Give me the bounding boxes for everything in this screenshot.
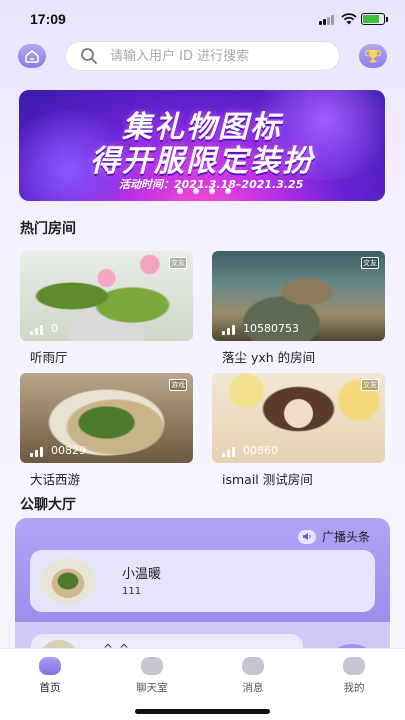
cellular-signal-icon (319, 14, 337, 25)
room-card[interactable]: 交友 10580753 落尘 yxh 的房间 (212, 251, 385, 366)
room-count: 10580753 (243, 322, 299, 335)
signal-icon (30, 453, 33, 457)
search-icon (81, 48, 97, 64)
search-input[interactable] (110, 48, 310, 64)
hot-rooms-title: 热门房间 (20, 221, 76, 237)
pagination-dot[interactable] (193, 188, 199, 194)
room-card[interactable]: 交友 00860 ismail 测试房间 (212, 373, 385, 488)
room-tag: 交友 (361, 257, 379, 269)
ranking-button[interactable] (359, 44, 387, 68)
room-tag: 交友 (361, 379, 379, 391)
room-tag: 交友 (169, 257, 187, 269)
chat-message[interactable]: 小温暖 111 (30, 550, 375, 612)
room-tag: 游戏 (169, 379, 187, 391)
promo-banner[interactable]: 集礼物图标 得开服限定装扮 活动时间：2021.3.18–2021.3.25 (19, 90, 385, 201)
search-bar[interactable] (65, 41, 340, 71)
tab-label: 消息 (242, 682, 264, 694)
pagination-dot[interactable] (209, 188, 215, 194)
signal-icon (222, 453, 225, 457)
home-icon (39, 657, 61, 675)
room-name: ismail 测试房间 (222, 472, 313, 487)
tab-chatroom[interactable]: 聊天室 (122, 657, 182, 695)
signal-icon (30, 331, 33, 335)
banner-pagination (177, 188, 231, 194)
room-cover: 交友 10580753 (212, 251, 385, 341)
tab-label: 聊天室 (136, 682, 168, 694)
signal-icon (222, 331, 225, 335)
profile-icon (343, 657, 365, 675)
room-cover: 交友 00860 (212, 373, 385, 463)
message-sender: 小温暖 (122, 567, 162, 582)
message-icon (242, 657, 264, 675)
status-bar: 17:09 (0, 0, 405, 40)
battery-icon (361, 13, 388, 25)
room-count: 00860 (243, 444, 278, 457)
room-card[interactable]: 游戏 00829 大话西游 (20, 373, 193, 488)
pagination-dot[interactable] (225, 188, 231, 194)
room-popularity: 10580753 (222, 322, 299, 335)
tab-label: 首页 (39, 682, 61, 694)
top-bar (0, 40, 405, 74)
pagination-dot[interactable] (177, 188, 183, 194)
room-count: 0 (51, 322, 58, 335)
tab-label: 我的 (343, 682, 365, 694)
tab-messages[interactable]: 消息 (223, 657, 283, 695)
room-cover: 交友 0 (20, 251, 193, 341)
avatar[interactable] (40, 558, 96, 604)
room-popularity: 00829 (30, 444, 86, 457)
status-time: 17:09 (30, 11, 66, 27)
home-button[interactable] (18, 44, 46, 68)
room-cover: 游戏 00829 (20, 373, 193, 463)
room-popularity: 0 (30, 322, 58, 335)
room-card[interactable]: 交友 0 听雨厅 (20, 251, 193, 366)
speaker-icon (297, 529, 316, 544)
tab-profile[interactable]: 我的 (324, 657, 384, 695)
room-count: 00829 (51, 444, 86, 457)
trophy-icon (365, 50, 381, 63)
broadcast-label: 广播头条 (321, 530, 370, 544)
room-popularity: 00860 (222, 444, 278, 457)
room-name: 大话西游 (30, 472, 81, 487)
message-text: 111 (122, 586, 142, 597)
banner-title-line2: 得开服限定装扮 (90, 144, 314, 179)
room-name: 听雨厅 (30, 350, 68, 365)
home-indicator (135, 709, 270, 714)
home-icon (25, 50, 39, 63)
broadcast-button[interactable]: 广播头条 (297, 528, 370, 545)
chat-room-icon (141, 657, 163, 675)
tab-home[interactable]: 首页 (20, 657, 80, 695)
public-hall-title: 公聊大厅 (20, 497, 76, 513)
wifi-icon (341, 13, 357, 25)
room-name: 落尘 yxh 的房间 (222, 350, 316, 365)
